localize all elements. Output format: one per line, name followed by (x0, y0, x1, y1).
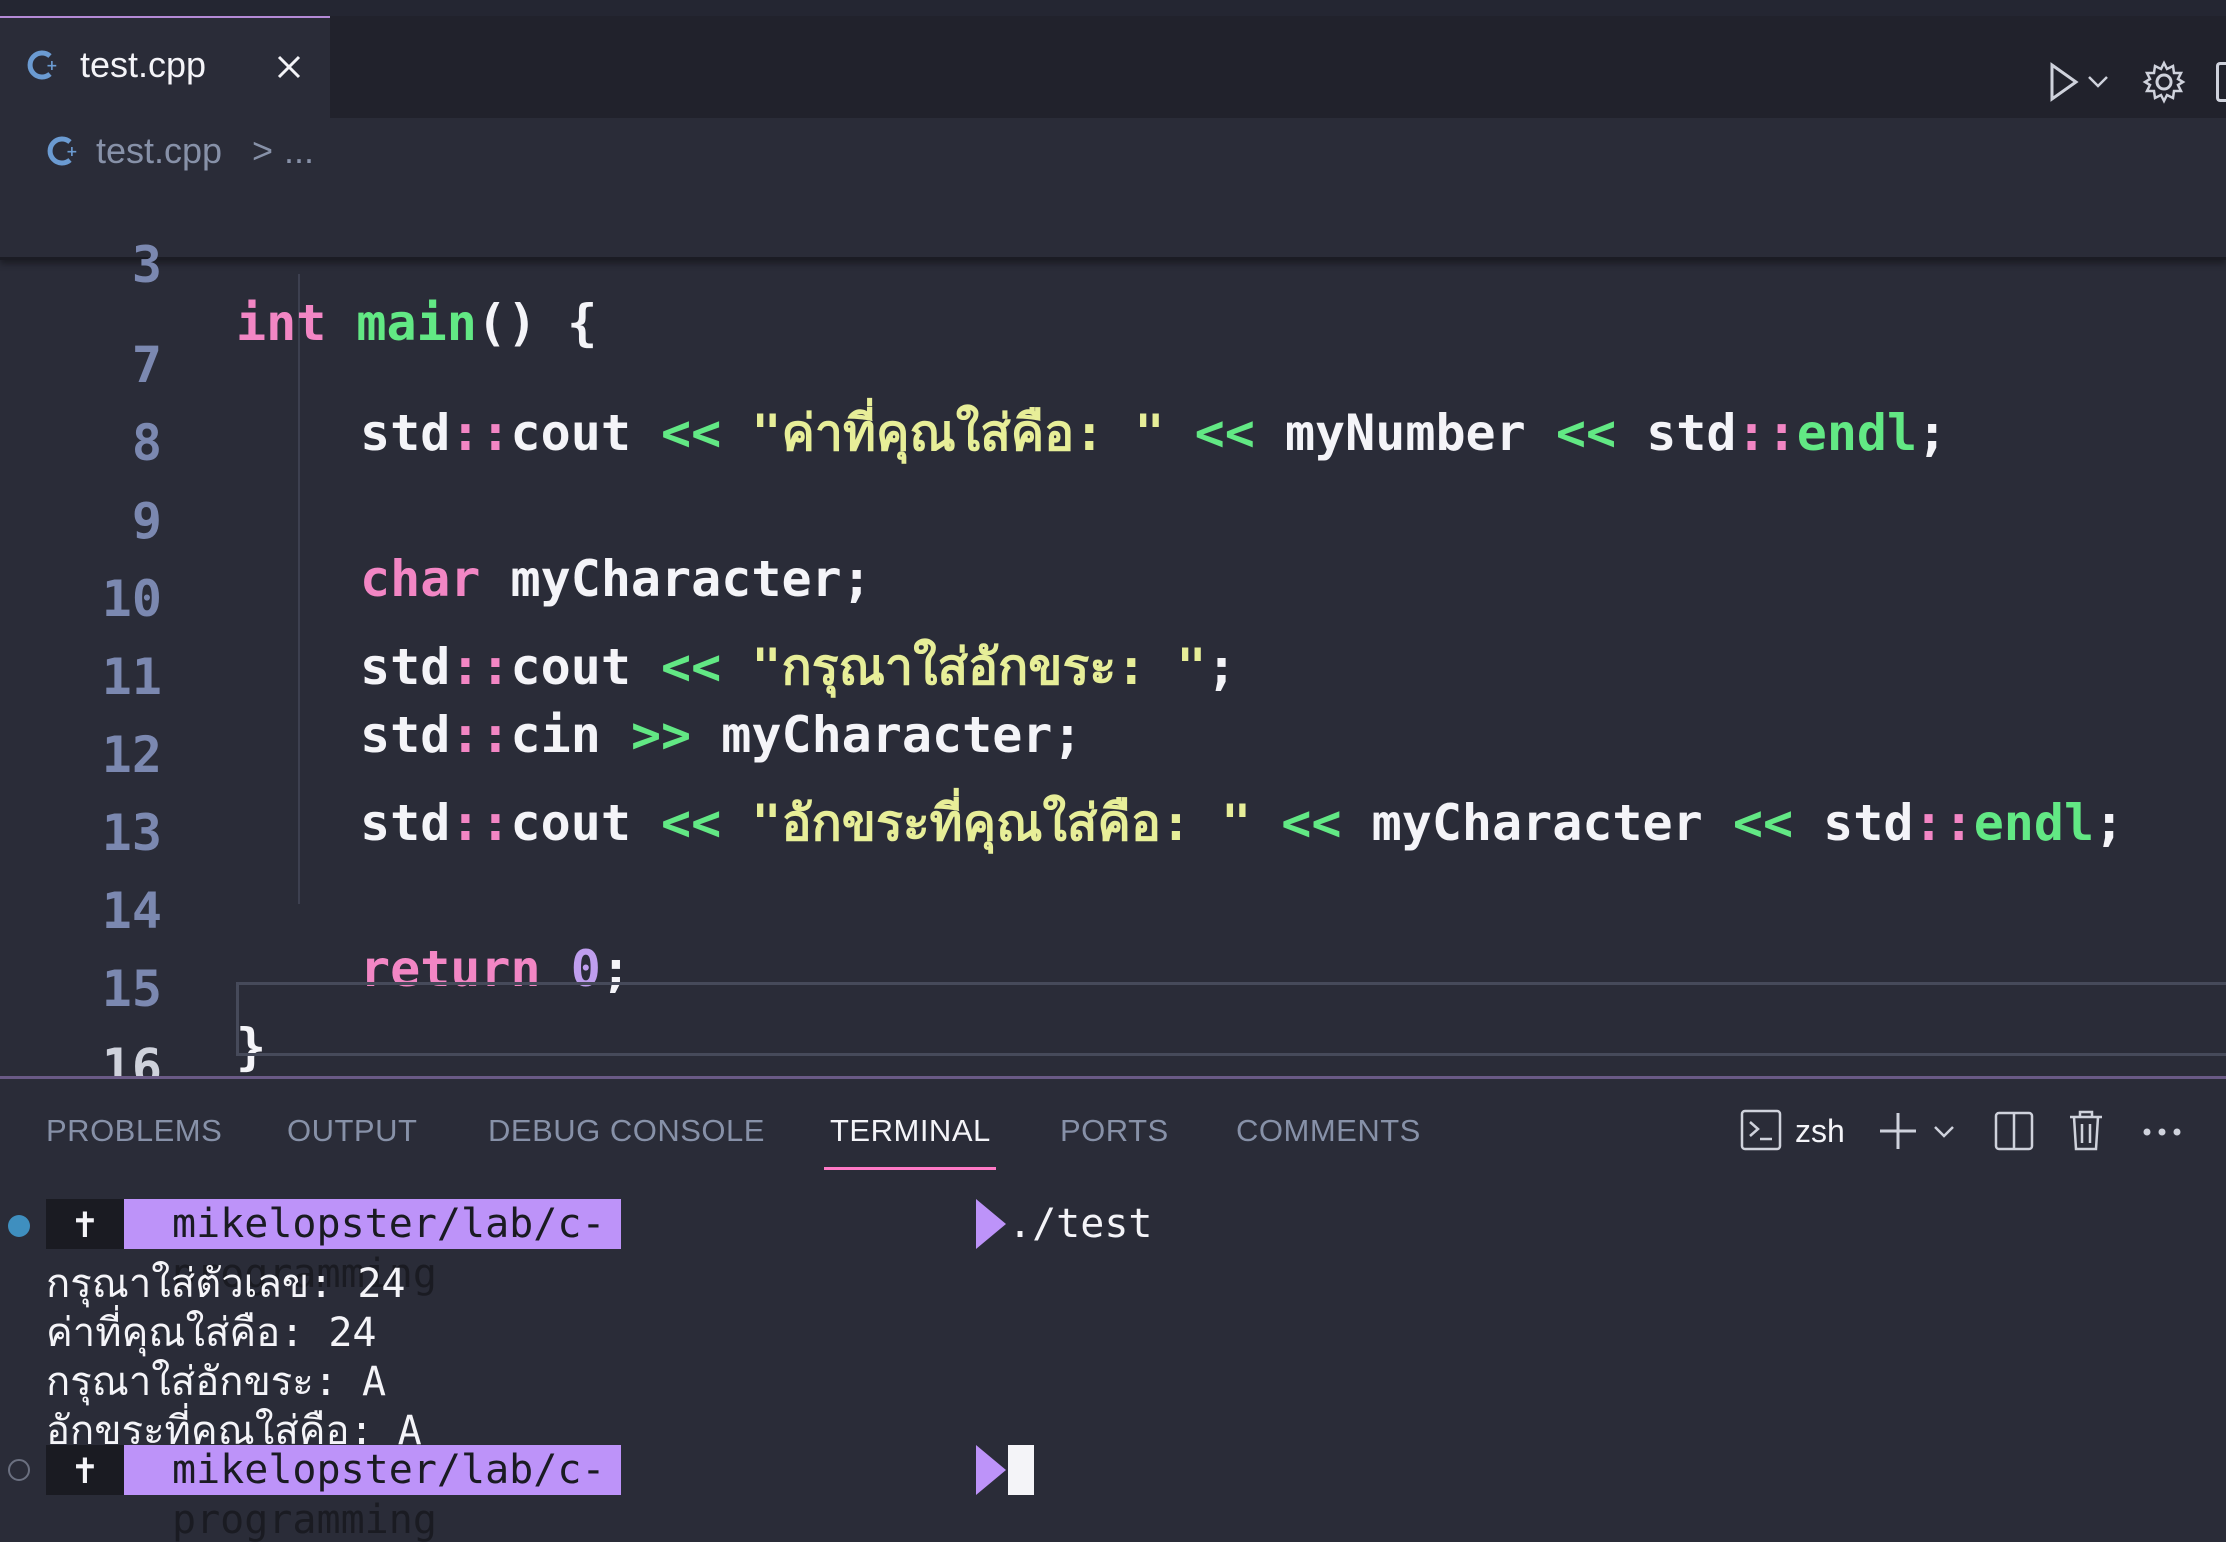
terminal-output-line: กรุณาใส่ตัวเลข: 24 (46, 1261, 406, 1307)
split-icon[interactable] (1994, 1111, 2034, 1151)
active-tab-indicator (824, 1167, 996, 1170)
prompt-symbol: ✝ (46, 1199, 124, 1249)
code-line: 14 return 0; (0, 824, 2226, 998)
cpp-file-icon: + (27, 50, 58, 80)
code-line: 8 (0, 356, 2226, 472)
line-number: 3 (131, 236, 162, 294)
svg-text:+: + (66, 144, 78, 160)
close-icon[interactable] (270, 48, 308, 86)
terminal-output-line: อักขระที่คุณใส่คือ: A (46, 1408, 422, 1454)
code-line: 10 std::cout << "กรุณาใส่อักขระ: "; (0, 512, 2226, 696)
command-success-dot (8, 1215, 30, 1237)
prompt-symbol: ✝ (46, 1445, 124, 1495)
tab-problems[interactable]: PROBLEMS (46, 1113, 222, 1149)
editor-tab-bar: + test.cpp (0, 0, 2226, 118)
tab-ports[interactable]: PORTS (1060, 1113, 1169, 1149)
terminal-output-line: ค่าที่คุณใส่คือ: 24 (46, 1310, 377, 1356)
run-icon[interactable] (2046, 60, 2082, 104)
code-line: 9 char myCharacter; (0, 434, 2226, 608)
code-text: () { (476, 294, 598, 352)
svg-text:+: + (46, 58, 58, 74)
breadcrumb-more[interactable]: ... (284, 130, 314, 172)
trash-icon[interactable] (2068, 1109, 2104, 1151)
code-line: 16 (0, 980, 2226, 1076)
terminal-cursor (1008, 1445, 1034, 1495)
code-line: 12 std::cout << "อักขระที่คุณใส่คือ: " <… (0, 668, 2226, 852)
chevron-down-icon[interactable] (2086, 72, 2110, 92)
code-line: 15 } (0, 902, 2226, 1076)
tab-test-cpp[interactable]: + test.cpp (0, 16, 330, 118)
layout-icon[interactable] (2216, 62, 2226, 102)
function-name: main (356, 294, 477, 352)
more-icon[interactable] (2142, 1127, 2182, 1137)
chevron-down-icon[interactable] (1932, 1123, 1956, 1141)
prompt-arrow-icon (976, 1445, 1006, 1495)
prompt-arrow-icon (976, 1199, 1006, 1249)
terminal-command: ./test (1008, 1201, 1153, 1247)
terminal-output-line: กรุณาใส่อักขระ: A (46, 1359, 387, 1405)
plus-icon[interactable] (1878, 1111, 1918, 1151)
tab-comments[interactable]: COMMENTS (1236, 1113, 1421, 1149)
breadcrumb-file[interactable]: test.cpp (96, 130, 222, 172)
prompt-path: mikelopster/lab/c-programming (124, 1445, 622, 1542)
line-number: 16 (101, 1038, 162, 1076)
code-editor[interactable]: 3 int main() { 7 std::cout << "ค่าที่คุณ… (0, 184, 2226, 1076)
bottom-panel: PROBLEMS OUTPUT DEBUG CONSOLE TERMINAL P… (0, 1076, 2226, 1542)
shell-name[interactable]: zsh (1795, 1113, 1845, 1150)
breadcrumb-separator: > (252, 130, 274, 171)
keyword: int (236, 294, 327, 352)
tab-label: test.cpp (80, 44, 207, 85)
command-pending-dot (8, 1459, 30, 1481)
sticky-scroll-header[interactable]: 3 int main() { (0, 184, 2226, 352)
code-line: 11 std::cin >> myCharacter; (0, 590, 2226, 764)
prompt-path: mikelopster/lab/c-programming (124, 1199, 622, 1297)
terminal-icon[interactable] (1740, 1109, 1782, 1151)
cpp-file-icon: + (47, 136, 78, 166)
tab-terminal[interactable]: TERMINAL (830, 1113, 991, 1149)
gear-icon[interactable] (2142, 60, 2186, 104)
code-line: 3 int main() { (0, 184, 2226, 352)
tab-debug-console[interactable]: DEBUG CONSOLE (488, 1113, 765, 1149)
tab-output[interactable]: OUTPUT (287, 1113, 417, 1149)
code-line: 13 (0, 746, 2226, 862)
breadcrumb: + test.cpp > ... (0, 118, 2226, 184)
